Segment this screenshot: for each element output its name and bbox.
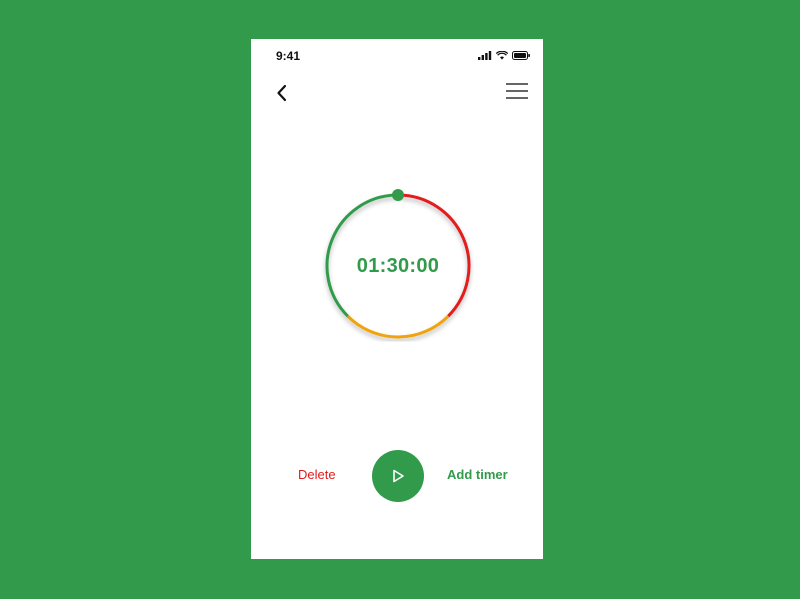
chevron-left-icon: [277, 84, 287, 102]
hamburger-menu-icon: [506, 83, 528, 99]
play-button[interactable]: [372, 450, 424, 502]
status-icons: [478, 51, 531, 60]
delete-button[interactable]: Delete: [298, 467, 336, 482]
phone-screen: 9:41 01:30:00 Delete Add timer: [251, 39, 543, 559]
back-button[interactable]: [271, 81, 295, 105]
timer-display: 01:30:00: [356, 254, 440, 277]
timer-ring: 01:30:00: [313, 181, 483, 351]
cellular-signal-icon: [478, 51, 492, 60]
add-timer-button[interactable]: Add timer: [447, 467, 508, 482]
play-icon: [393, 469, 404, 483]
battery-icon: [512, 51, 530, 60]
wifi-icon: [496, 51, 508, 60]
status-time: 9:41: [276, 49, 301, 63]
menu-button[interactable]: [505, 81, 529, 101]
timer-controls: Delete Add timer: [251, 450, 543, 502]
